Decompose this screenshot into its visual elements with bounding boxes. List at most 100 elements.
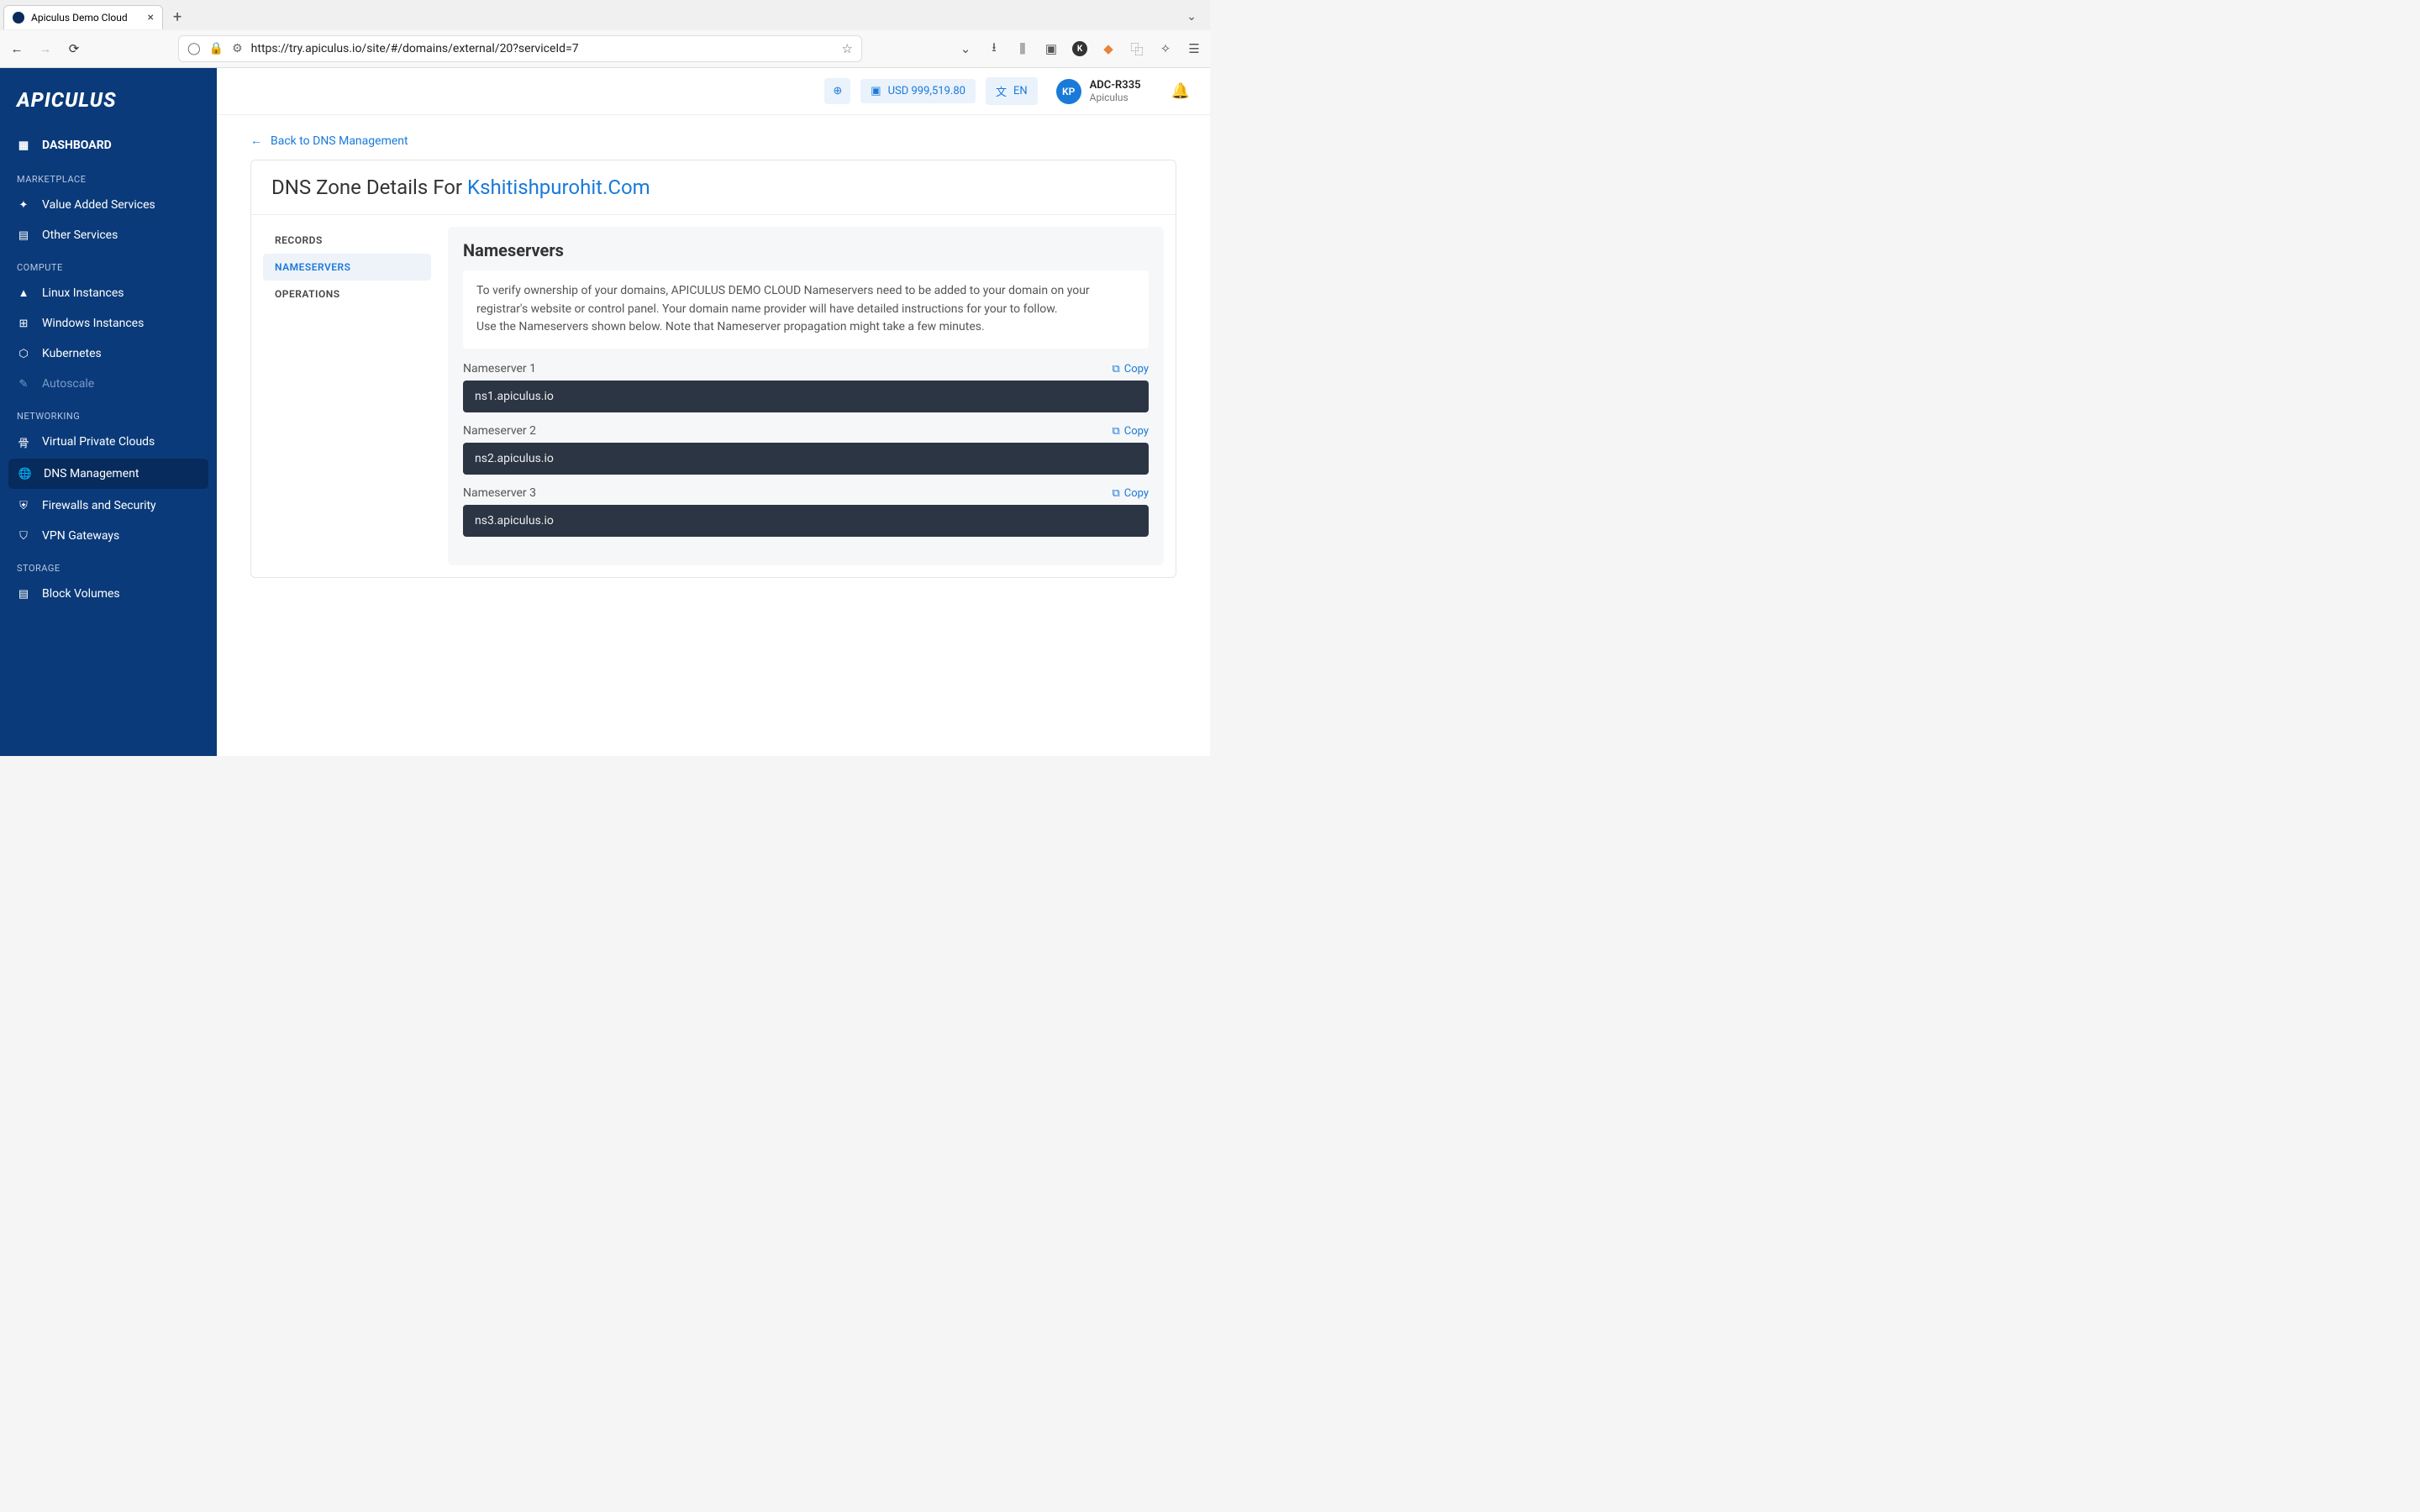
sidebar-section-compute: COMPUTE xyxy=(0,250,217,278)
title-prefix: DNS Zone Details For xyxy=(271,176,467,199)
panel-body: RECORDS NAMESERVERS OPERATIONS Nameserve… xyxy=(251,215,1176,577)
copy-button[interactable]: ⧉ Copy xyxy=(1112,425,1149,438)
sidebar-item-k8s[interactable]: ⬡ Kubernetes xyxy=(0,339,217,369)
logo-text: APICULUS xyxy=(17,88,200,112)
app-root: APICULUS ▦ DASHBOARD MARKETPLACE ✦ Value… xyxy=(0,68,1210,756)
user-menu[interactable]: KP ADC-R335 Apiculus xyxy=(1056,79,1141,104)
sidebar-item-other[interactable]: ▤ Other Services xyxy=(0,220,217,250)
copy-button[interactable]: ⧉ Copy xyxy=(1112,487,1149,500)
nameserver-value: ns2.apiculus.io xyxy=(463,443,1149,475)
extension-crop-icon[interactable]: ⿻ xyxy=(1129,41,1144,56)
extension-k-icon[interactable]: K xyxy=(1072,41,1087,56)
permissions-icon: ⚙ xyxy=(232,42,243,55)
bookmark-star-icon[interactable]: ☆ xyxy=(842,41,853,56)
sidebar-section-storage: STORAGE xyxy=(0,551,217,579)
services-icon: ✦ xyxy=(17,198,30,212)
sidebar-item-dns[interactable]: 🌐 DNS Management xyxy=(8,459,208,489)
lifebuoy-icon: ⊕ xyxy=(833,85,842,97)
sidebar-item-autoscale[interactable]: ✎ Autoscale xyxy=(0,369,217,399)
browser-chrome: Apiculus Demo Cloud × + ⌄ ← → ⟳ ◯ 🔒 ⚙ ht… xyxy=(0,0,1210,68)
copy-icon: ⧉ xyxy=(1112,363,1119,375)
language-text: EN xyxy=(1013,85,1028,97)
content: ← Back to DNS Management DNS Zone Detail… xyxy=(217,115,1210,756)
info-line-2: Use the Nameservers shown below. Note th… xyxy=(476,318,1135,337)
tab-records[interactable]: RECORDS xyxy=(263,227,431,254)
sidebar-label: Windows Instances xyxy=(42,317,144,330)
reader-icon[interactable]: ▣ xyxy=(1044,41,1059,56)
tab-title: Apiculus Demo Cloud xyxy=(31,12,128,24)
topbar: ⊕ ▣ USD 999,519.80 文 EN KP ADC-R335 Apic… xyxy=(217,68,1210,115)
vpc-icon: ⾻ xyxy=(17,435,30,449)
forward-button[interactable]: → xyxy=(37,40,54,57)
windows-icon: ⊞ xyxy=(17,317,30,330)
nameserver-value: ns1.apiculus.io xyxy=(463,381,1149,412)
language-pill[interactable]: 文 EN xyxy=(986,77,1038,105)
back-button[interactable]: ← xyxy=(8,40,25,57)
shield-icon: ◯ xyxy=(187,42,201,55)
reload-button[interactable]: ⟳ xyxy=(66,40,82,57)
sidebar-label: Linux Instances xyxy=(42,286,124,300)
extensions-icon[interactable]: ✧ xyxy=(1158,41,1173,56)
menu-icon[interactable]: ☰ xyxy=(1186,41,1202,56)
arrow-left-icon: ← xyxy=(250,134,262,148)
tab-bar: Apiculus Demo Cloud × + ⌄ xyxy=(0,0,1210,30)
tab-close-icon[interactable]: × xyxy=(148,11,154,24)
tab-nameservers[interactable]: NAMESERVERS xyxy=(263,254,431,281)
url-text: https://try.apiculus.io/site/#/domains/e… xyxy=(251,42,834,55)
user-name: ADC-R335 xyxy=(1090,79,1141,92)
kubernetes-icon: ⬡ xyxy=(17,347,30,360)
help-button[interactable]: ⊕ xyxy=(824,78,850,104)
copy-icon: ⧉ xyxy=(1112,425,1119,438)
copy-label: Copy xyxy=(1124,487,1149,500)
sidebar-item-dashboard[interactable]: ▦ DASHBOARD xyxy=(0,129,217,162)
user-org: Apiculus xyxy=(1090,92,1141,103)
nameserver-label: Nameserver 3 xyxy=(463,486,536,500)
library-icon[interactable]: ⫼ xyxy=(1015,41,1030,56)
sidebar-label: Firewalls and Security xyxy=(42,499,156,512)
tab-operations[interactable]: OPERATIONS xyxy=(263,281,431,307)
tabs-overflow-icon[interactable]: ⌄ xyxy=(1176,3,1207,30)
sidebar-item-vpn[interactable]: ⛉ VPN Gateways xyxy=(0,521,217,551)
linux-icon: ▲ xyxy=(17,286,30,300)
notifications-icon[interactable]: 🔔 xyxy=(1171,82,1190,100)
sidebar-label: Virtual Private Clouds xyxy=(42,435,155,449)
dns-zone-panel: DNS Zone Details For Kshitishpurohit.Com… xyxy=(250,160,1176,578)
sidebar-label: DASHBOARD xyxy=(42,139,112,152)
sidebar-label: Block Volumes xyxy=(42,587,120,601)
metamask-icon[interactable]: ◆ xyxy=(1101,41,1116,56)
nav-bar: ← → ⟳ ◯ 🔒 ⚙ https://try.apiculus.io/site… xyxy=(0,30,1210,67)
new-tab-button[interactable]: + xyxy=(166,5,188,29)
logo: APICULUS xyxy=(0,68,217,129)
back-link[interactable]: ← Back to DNS Management xyxy=(250,134,408,148)
storage-icon: ▤ xyxy=(17,587,30,601)
sidebar-item-windows[interactable]: ⊞ Windows Instances xyxy=(0,308,217,339)
dashboard-icon: ▦ xyxy=(17,139,30,152)
downloads-icon[interactable]: ⭳ xyxy=(986,41,1002,56)
nameserver-label: Nameserver 1 xyxy=(463,362,536,375)
nameserver-block-1: Nameserver 1 ⧉ Copy ns1.apiculus.io xyxy=(463,362,1149,412)
back-link-label: Back to DNS Management xyxy=(271,134,408,148)
sidebar-label: VPN Gateways xyxy=(42,529,119,543)
sidebar-item-linux[interactable]: ▲ Linux Instances xyxy=(0,278,217,308)
page-title: DNS Zone Details For Kshitishpurohit.Com xyxy=(271,176,1155,199)
subnav: RECORDS NAMESERVERS OPERATIONS xyxy=(263,227,431,565)
sidebar-label: Value Added Services xyxy=(42,198,155,212)
pocket-icon[interactable]: ⌄ xyxy=(958,41,973,56)
sidebar-item-firewall[interactable]: ⛨ Firewalls and Security xyxy=(0,491,217,521)
sidebar-item-block[interactable]: ▤ Block Volumes xyxy=(0,579,217,609)
sidebar-label: Autoscale xyxy=(42,377,94,391)
wallet-icon: ▣ xyxy=(871,85,881,97)
user-text: ADC-R335 Apiculus xyxy=(1090,79,1141,104)
browser-tab[interactable]: Apiculus Demo Cloud × xyxy=(3,5,163,29)
copy-button[interactable]: ⧉ Copy xyxy=(1112,363,1149,375)
sidebar-item-vpc[interactable]: ⾻ Virtual Private Clouds xyxy=(0,427,217,457)
sidebar-item-vas[interactable]: ✦ Value Added Services xyxy=(0,190,217,220)
vpn-icon: ⛉ xyxy=(17,529,30,543)
sidebar-section-networking: NETWORKING xyxy=(0,399,217,427)
translate-icon: 文 xyxy=(996,83,1007,99)
lock-icon: 🔒 xyxy=(209,42,224,55)
balance-pill[interactable]: ▣ USD 999,519.80 xyxy=(860,79,976,103)
domain-name: Kshitishpurohit.Com xyxy=(467,176,650,199)
address-bar[interactable]: ◯ 🔒 ⚙ https://try.apiculus.io/site/#/dom… xyxy=(178,35,862,62)
sidebar-label: Kubernetes xyxy=(42,347,102,360)
